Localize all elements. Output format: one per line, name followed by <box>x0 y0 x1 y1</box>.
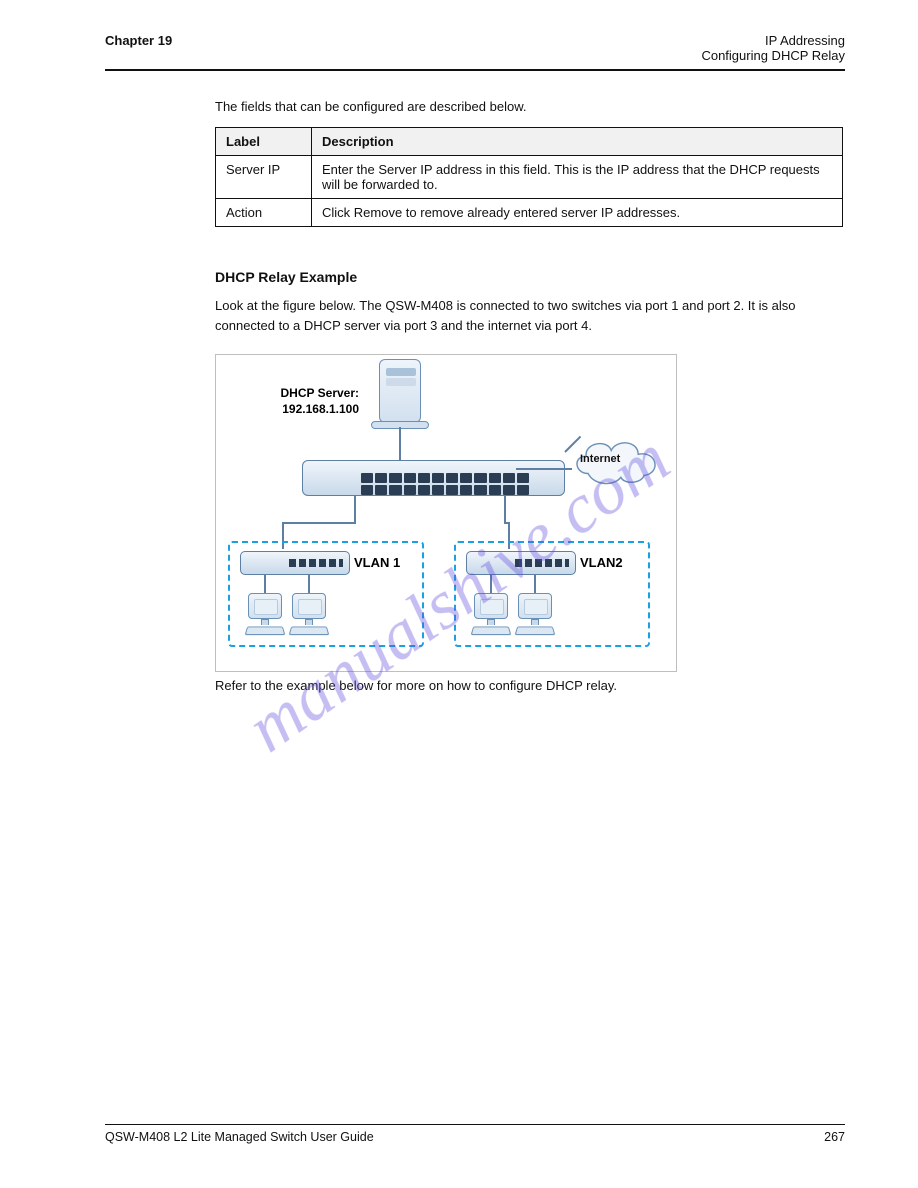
config-table: Label Description Server IP Enter the Se… <box>215 127 843 227</box>
server-label: DHCP Server: 192.168.1.100 <box>253 386 359 417</box>
small-switch-icon <box>466 551 576 575</box>
server-tower-icon <box>379 359 421 423</box>
cell-desc: Enter the Server IP address in this fiel… <box>312 155 843 198</box>
topic-label: IP Addressing <box>701 33 845 48</box>
cell-label: Action <box>216 198 312 226</box>
pc-icon <box>244 593 286 637</box>
vlan2-box: VLAN2 <box>454 541 650 647</box>
stand-icon <box>531 619 539 625</box>
network-diagram: DHCP Server: 192.168.1.100 <box>215 354 677 672</box>
col-header-desc: Description <box>312 127 843 155</box>
wire-switch-pc <box>308 575 310 595</box>
switch-ports-row <box>361 473 529 483</box>
cloud-label: Internet <box>580 453 620 465</box>
server-label-l2: 192.168.1.100 <box>282 402 359 416</box>
stand-icon <box>487 619 495 625</box>
example-heading: DHCP Relay Example <box>215 267 845 289</box>
switch-ports-row <box>361 485 529 495</box>
subtopic-label: Configuring DHCP Relay <box>701 48 845 63</box>
vlan1-box: VLAN 1 <box>228 541 424 647</box>
content: The fields that can be configured are de… <box>105 71 845 693</box>
intro-text: The fields that can be configured are de… <box>215 97 845 117</box>
example-note: Refer to the example below for more on h… <box>215 678 845 693</box>
page-header: Chapter 19 IP Addressing Configuring DHC… <box>105 33 845 71</box>
page: Chapter 19 IP Addressing Configuring DHC… <box>0 0 918 1188</box>
monitor-icon <box>518 593 552 619</box>
wire-switch-to-cloud <box>516 468 572 470</box>
diagram-wrap: DHCP Server: 192.168.1.100 <box>215 354 845 672</box>
stand-icon <box>305 619 313 625</box>
keyboard-icon <box>515 627 556 636</box>
wire-switch-pc <box>534 575 536 595</box>
keyboard-icon <box>471 627 512 636</box>
footer-rule <box>105 1124 845 1125</box>
wire-switch-pc <box>264 575 266 595</box>
wire-main-vlan1 <box>282 522 356 524</box>
server-label-l1: DHCP Server: <box>281 386 359 400</box>
server-icon <box>369 357 431 431</box>
stand-icon <box>261 619 269 625</box>
cell-desc: Click Remove to remove already entered s… <box>312 198 843 226</box>
footer-row: QSW-M408 L2 Lite Managed Switch User Gui… <box>105 1130 845 1144</box>
vlan2-label: VLAN2 <box>580 555 623 570</box>
keyboard-icon <box>289 627 330 636</box>
col-header-label: Label <box>216 127 312 155</box>
table-header-row: Label Description <box>216 127 843 155</box>
header-right: IP Addressing Configuring DHCP Relay <box>701 33 845 63</box>
cell-label: Server IP <box>216 155 312 198</box>
page-footer: QSW-M408 L2 Lite Managed Switch User Gui… <box>105 1124 845 1144</box>
monitor-icon <box>248 593 282 619</box>
footer-guide: QSW-M408 L2 Lite Managed Switch User Gui… <box>105 1130 374 1144</box>
example-section: DHCP Relay Example Look at the figure be… <box>215 267 845 337</box>
wire-server-to-switch <box>399 427 401 460</box>
monitor-icon <box>474 593 508 619</box>
monitor-icon <box>292 593 326 619</box>
pc-icon <box>514 593 556 637</box>
wire-main-vlan2 <box>504 496 506 524</box>
table-row: Server IP Enter the Server IP address in… <box>216 155 843 198</box>
wire-switch-pc <box>490 575 492 595</box>
example-paragraph: Look at the figure below. The QSW-M408 i… <box>215 296 845 336</box>
chapter-label: Chapter 19 <box>105 33 172 63</box>
footer-page: 267 <box>824 1130 845 1144</box>
wire-main-vlan1 <box>354 496 356 524</box>
keyboard-icon <box>245 627 286 636</box>
small-switch-icon <box>240 551 350 575</box>
pc-icon <box>470 593 512 637</box>
main-switch-icon <box>302 460 565 496</box>
vlan1-label: VLAN 1 <box>354 555 400 570</box>
pc-icon <box>288 593 330 637</box>
table-row: Action Click Remove to remove already en… <box>216 198 843 226</box>
